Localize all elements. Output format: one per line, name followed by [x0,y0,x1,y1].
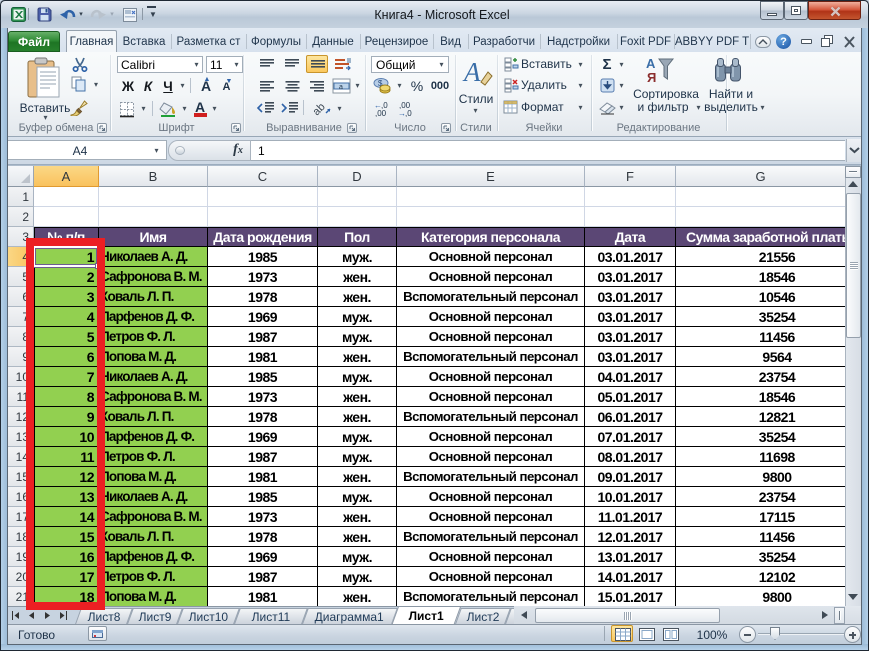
svg-text:,00: ,00 [375,109,387,117]
svg-text:a: a [339,84,343,91]
svg-text:,0: ,0 [405,109,412,117]
svg-text:А: А [646,56,656,71]
svg-text:ab: ab [313,101,328,117]
svg-text:A: A [462,57,481,87]
svg-text:Я: Я [647,70,656,84]
